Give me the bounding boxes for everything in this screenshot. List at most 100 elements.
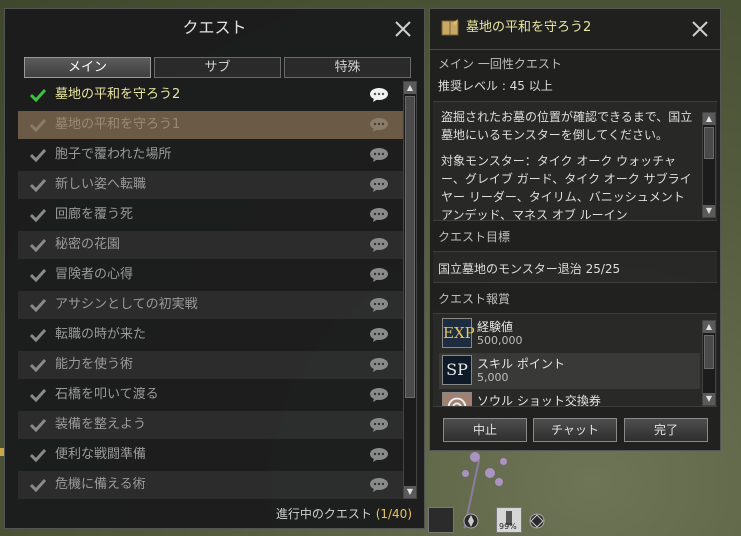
- chat-bubble-icon[interactable]: [369, 297, 389, 313]
- reward-value: 500,000: [477, 334, 523, 347]
- chat-bubble-icon[interactable]: [369, 207, 389, 223]
- chat-bubble-icon[interactable]: [369, 237, 389, 253]
- compass-left-icon[interactable]: [462, 512, 480, 530]
- quest-row[interactable]: 石橋を叩いて渡る: [18, 381, 404, 409]
- reward-header: クエスト報賞: [438, 292, 511, 306]
- exp-icon: EXP: [442, 318, 475, 348]
- chat-bubble-icon[interactable]: [369, 477, 389, 493]
- reward-item[interactable]: EXP 経験値 500,000: [439, 316, 700, 352]
- quest-window: クエスト メイン サブ 特殊 墓地の平和を守ろう2 墓地の平和を守ろう1 胞子で…: [4, 8, 425, 529]
- quest-name: 石橋を叩いて渡る: [55, 387, 159, 402]
- quest-row[interactable]: 冒険者の心得: [18, 261, 404, 289]
- quest-type-line: メイン 一回性クエスト: [438, 57, 562, 71]
- chat-bubble-icon[interactable]: [369, 87, 389, 103]
- quest-name: 便利な戦闘準備: [55, 447, 147, 462]
- scroll-thumb[interactable]: [405, 96, 415, 398]
- check-icon: [30, 148, 46, 162]
- quest-name: 墓地の平和を守ろう1: [55, 117, 181, 132]
- complete-button[interactable]: 完了: [624, 418, 708, 442]
- quest-row[interactable]: 墓地の平和を守ろう2: [18, 81, 404, 109]
- scroll-down-icon[interactable]: ▼: [703, 205, 715, 217]
- quest-detail-window: 墓地の平和を守ろう2 メイン 一回性クエスト 推奨レベル : 45 以上 盗掘さ…: [429, 8, 721, 451]
- reward-item[interactable]: SP スキル ポイント 5,000: [439, 353, 700, 389]
- detail-title: 墓地の平和を守ろう2: [466, 20, 592, 35]
- tab-special[interactable]: 特殊: [284, 57, 411, 78]
- quest-name: 装備を整えよう: [55, 417, 147, 432]
- chat-bubble-icon[interactable]: [369, 147, 389, 163]
- chat-button[interactable]: チャット: [533, 418, 617, 442]
- quest-name: 冒険者の心得: [55, 267, 134, 282]
- scroll-thumb[interactable]: [704, 335, 714, 369]
- quest-row[interactable]: 危機に備える術: [18, 471, 404, 499]
- chat-bubble-icon[interactable]: [369, 327, 389, 343]
- reward-name: スキル ポイント: [477, 357, 565, 371]
- close-icon[interactable]: [392, 18, 414, 40]
- chat-bubble-icon[interactable]: [369, 447, 389, 463]
- objective-header: クエスト目標: [438, 230, 511, 244]
- chat-bubble-icon[interactable]: [369, 267, 389, 283]
- scroll-thumb[interactable]: [704, 127, 714, 159]
- quest-row[interactable]: 能力を使う術: [18, 351, 404, 379]
- bottom-hud: 99%: [428, 505, 558, 536]
- quest-row[interactable]: 秘密の花園: [18, 231, 404, 259]
- quest-tabs: メイン サブ 特殊: [24, 57, 417, 78]
- objective-box: 国立墓地のモンスター退治 25/25: [433, 251, 717, 283]
- reward-scrollbar[interactable]: ▲ ▼: [702, 320, 716, 406]
- chat-bubble-icon[interactable]: [369, 357, 389, 373]
- quest-name: 回廊を覆う死: [55, 207, 134, 222]
- quest-row[interactable]: 新しい姿へ転職: [18, 171, 404, 199]
- check-icon: [30, 448, 46, 462]
- check-icon: [30, 478, 46, 492]
- progress-count: (1/40): [375, 507, 412, 521]
- gauge-text: 99%: [499, 522, 517, 531]
- check-icon: [30, 238, 46, 252]
- scroll-up-icon[interactable]: ▲: [404, 82, 416, 94]
- quest-row[interactable]: 装備を整えよう: [18, 411, 404, 439]
- divider: [430, 49, 720, 50]
- description-box: 盗掘されたお墓の位置が確認できるまで、国立墓地にいるモンスターを倒してください。…: [433, 101, 717, 222]
- progress-label: 進行中のクエスト: [275, 507, 372, 521]
- check-icon: [30, 388, 46, 402]
- quest-progress: 進行中のクエスト (1/40): [276, 505, 412, 522]
- abort-button[interactable]: 中止: [443, 418, 527, 442]
- quest-row[interactable]: 回廊を覆う死: [18, 201, 404, 229]
- description-paragraph: 盗掘されたお墓の位置が確認できるまで、国立墓地にいるモンスターを倒してください。: [441, 110, 693, 142]
- quest-book-icon: [441, 19, 459, 36]
- tab-sub[interactable]: サブ: [154, 57, 281, 78]
- quest-name: 危機に備える術: [55, 477, 146, 492]
- chat-bubble-icon[interactable]: [369, 177, 389, 193]
- quest-row[interactable]: アサシンとしての初実戦: [18, 291, 404, 319]
- scroll-down-icon[interactable]: ▼: [703, 393, 715, 405]
- quest-row[interactable]: 便利な戦闘準備: [18, 441, 404, 469]
- quest-name: 能力を使う術: [55, 357, 134, 372]
- hud-slot[interactable]: [428, 507, 454, 533]
- scroll-down-icon[interactable]: ▼: [404, 486, 416, 498]
- quest-row[interactable]: 転職の時が来た: [18, 321, 404, 349]
- check-icon: [30, 118, 46, 132]
- chat-bubble-icon[interactable]: [369, 417, 389, 433]
- check-icon: [30, 208, 46, 222]
- quest-description: 盗掘されたお墓の位置が確認できるまで、国立墓地にいるモンスターを倒してください。…: [441, 108, 697, 232]
- quest-row[interactable]: 墓地の平和を守ろう1: [18, 111, 404, 139]
- sp-icon: SP: [442, 355, 472, 385]
- quest-name: 墓地の平和を守ろう2: [55, 87, 181, 102]
- quest-list-scrollbar[interactable]: ▲ ▼: [403, 81, 417, 499]
- reward-box: EXP 経験値 500,000 SP スキル ポイント 5,000 ソウル ショ…: [433, 313, 717, 407]
- chat-bubble-icon[interactable]: [369, 117, 389, 133]
- compass-right-icon[interactable]: [528, 512, 546, 530]
- soul-shot-icon: [442, 392, 472, 406]
- gauge-slot[interactable]: 99%: [496, 507, 522, 533]
- objective-text: 国立墓地のモンスター退治 25/25: [438, 262, 621, 276]
- scroll-up-icon[interactable]: ▲: [703, 113, 715, 125]
- quest-list: 墓地の平和を守ろう2 墓地の平和を守ろう1 胞子で覆われた場所 新しい姿へ転職 …: [18, 81, 404, 501]
- description-paragraph: 対象モンスター：タイク オーク ウォッチャー、グレイブ ガード、タイク オーク …: [441, 154, 692, 222]
- check-icon: [30, 88, 46, 102]
- scroll-up-icon[interactable]: ▲: [703, 321, 715, 333]
- chat-bubble-icon[interactable]: [369, 387, 389, 403]
- close-icon[interactable]: [689, 18, 711, 40]
- reward-item[interactable]: ソウル ショット交換券: [439, 390, 700, 406]
- check-icon: [30, 268, 46, 282]
- quest-row[interactable]: 胞子で覆われた場所: [18, 141, 404, 169]
- tab-main[interactable]: メイン: [24, 57, 151, 78]
- description-scrollbar[interactable]: ▲ ▼: [702, 112, 716, 218]
